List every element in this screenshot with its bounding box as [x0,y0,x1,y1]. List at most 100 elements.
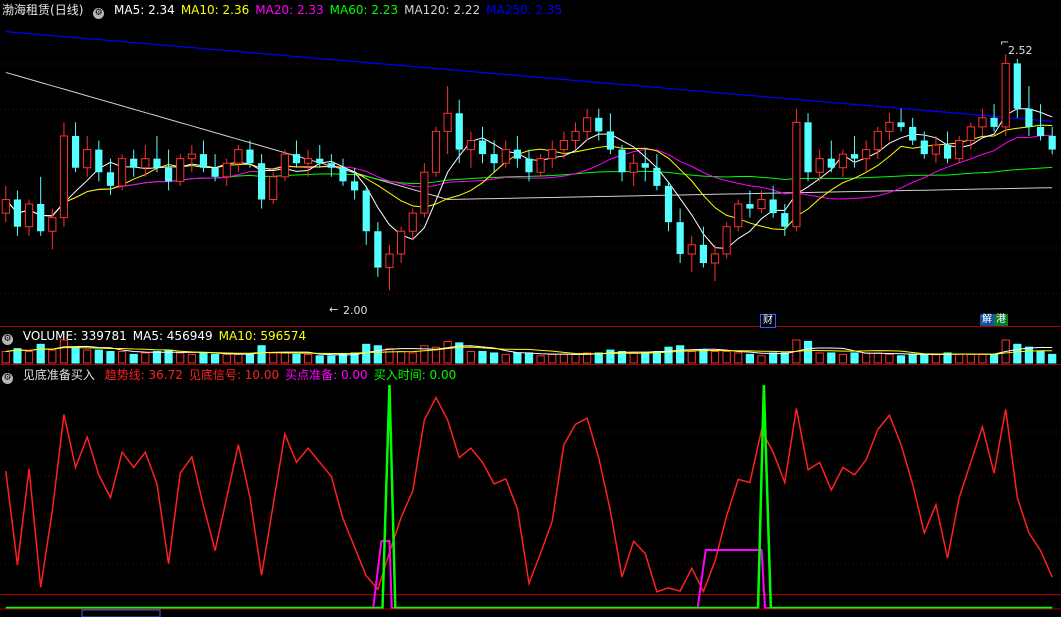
candle-body-down [525,158,533,173]
volume-bar [71,346,80,364]
candle-body-down [990,117,998,127]
volume-bar [803,340,813,364]
candle-body-down [490,154,498,164]
volume-bar [524,352,534,364]
candle-body-down [164,167,173,182]
volume-bar [989,353,999,364]
candle-body-up [83,149,92,169]
volume-bar [757,355,766,364]
candle-body-up [873,130,882,151]
volume-bar [501,353,510,364]
candle-body-up [303,158,313,164]
high-price-label: 2.52 [1008,44,1033,57]
candle-body-down [618,149,626,173]
candle-body-down [781,213,789,227]
candle-body-up [397,230,406,255]
candle-body-up [722,226,731,255]
volume-bar [292,353,301,364]
ma250-line [5,31,1053,122]
candle-body-down [664,185,673,223]
volume-bar [931,353,941,364]
hk-connect-event-badge[interactable]: 港 [994,314,1008,326]
candle-body-down [374,231,382,268]
candle-body-up [222,162,231,178]
lift-ban-event-badge[interactable]: 解 [980,314,994,326]
candle-body-down [292,154,301,164]
candle-body-down [943,145,952,159]
candle-body-up [838,153,848,169]
volume-bar [827,352,836,364]
candle-body-up [955,140,964,160]
volume-bar [873,352,882,364]
volume-bar [83,349,92,364]
volume-bar [269,352,278,364]
candle-body-up [548,149,557,160]
volume-bar [152,351,162,364]
candle-body-down [1036,126,1045,136]
candle-body-up [408,212,417,232]
candle-body-down [13,199,22,227]
volume-bar [920,353,929,364]
candle-body-down [769,199,777,214]
volume-bar [408,352,417,364]
chart-canvas[interactable] [0,0,1061,617]
volume-bar [571,353,580,364]
candle-body-up [420,171,429,214]
volume-bar [699,349,708,364]
candle-body-up [1001,62,1010,128]
candle-body-up [141,158,150,169]
candle-body-up [431,130,441,173]
candle-body-down [246,149,254,164]
volume-bar [513,352,522,364]
candle-body-up [59,135,69,219]
candle-body-up [187,153,196,160]
candle-body-down [595,117,603,132]
candle-body-up [885,121,894,132]
candle-body-up [1,198,10,214]
volume-bar [978,353,987,364]
candle-body-up [687,244,696,255]
volume-bar [315,355,324,364]
volume-bar [850,352,859,364]
volume-bar [641,352,650,364]
volume-bar [245,353,255,364]
candle-body-down [653,167,661,186]
candle-body-up [978,117,987,128]
volume-bar [629,352,638,364]
candle-body-up [710,253,720,264]
candle-body-up [815,158,824,173]
date-cursor-box [81,609,161,617]
buy-prep-line [5,540,1053,609]
volume-bar [1048,353,1057,364]
finance-event-badge[interactable]: 财 [760,314,776,328]
low-price-arrow-icon: ← [329,303,339,316]
candle-body-down [1025,108,1033,127]
volume-bar [199,352,208,364]
volume-bar [385,348,394,364]
volume-bar [466,351,475,364]
candle-body-up [48,217,57,232]
candle-body-down [897,122,905,127]
candle-body-down [478,140,487,155]
volume-bar [1013,343,1022,364]
volume-bar [48,349,57,364]
candle-body-up [24,203,34,228]
candle-body-down [339,167,347,182]
volume-bar [257,345,266,364]
volume-bar [722,351,731,364]
buy-time-line [5,384,1053,610]
candle-body-down [327,163,335,168]
candle-body-up [385,253,394,269]
candle-body-down [850,154,859,159]
volume-bar [676,345,685,364]
volume-bar [536,355,545,364]
volume-bar [210,353,220,364]
candle-body-up [629,162,638,173]
volume-bar [222,353,231,364]
candle-body-down [211,167,219,177]
stock-chart-window: { "stock": {"name": "渤海租赁", "period": "(… [0,0,1061,617]
volume-bar [338,353,348,364]
candle-body-down [153,158,161,168]
candle-body-up [966,126,975,142]
trend-line [5,395,1053,594]
